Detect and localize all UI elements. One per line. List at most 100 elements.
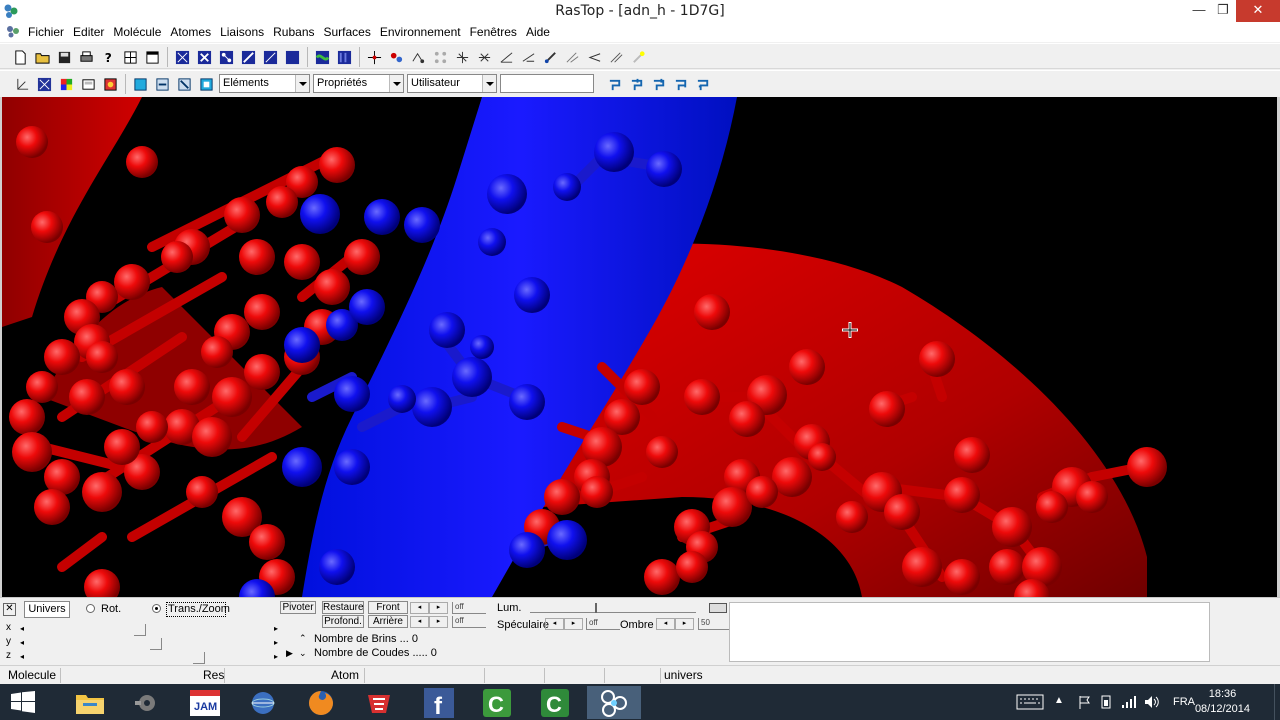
axis-slider-x[interactable]: ◂ ▸ <box>18 624 280 636</box>
center-icon[interactable] <box>364 47 385 67</box>
label-icon[interactable] <box>540 47 561 67</box>
pivoter-button[interactable]: Pivoter <box>280 601 316 614</box>
window-icon[interactable] <box>142 47 163 67</box>
measure-torsion-icon[interactable] <box>518 47 539 67</box>
show-desktop-button[interactable] <box>1274 684 1280 720</box>
volume-icon[interactable] <box>1144 695 1160 709</box>
chain-c-icon[interactable] <box>649 74 670 94</box>
chevron-down-icon[interactable] <box>482 75 496 92</box>
menu-item-2[interactable]: Molécule <box>113 24 169 40</box>
menu-item-9[interactable]: Aide <box>526 24 558 40</box>
tab-univers[interactable]: Univers <box>24 601 70 618</box>
grid-view-icon[interactable] <box>120 47 141 67</box>
chain-d-icon[interactable] <box>671 74 692 94</box>
red-app-icon[interactable] <box>352 686 406 719</box>
restaure-button[interactable]: Restaure <box>322 601 364 614</box>
chain-b-icon[interactable] <box>627 74 648 94</box>
slider-thumb[interactable] <box>193 652 205 664</box>
lum-slider-thumb[interactable] <box>595 603 597 613</box>
slider-left-arrow-icon[interactable]: ◂ <box>20 638 24 647</box>
rastop-taskbar-icon[interactable] <box>587 686 641 719</box>
command-input[interactable] <box>500 74 594 93</box>
menu-item-5[interactable]: Rubans <box>273 24 322 40</box>
select-group-icon[interactable] <box>152 74 173 94</box>
slider-left-arrow-icon[interactable]: ◂ <box>20 652 24 661</box>
pick-icon[interactable] <box>606 47 627 67</box>
menu-item-7[interactable]: Environnement <box>380 24 469 40</box>
flag-icon[interactable] <box>1078 695 1092 709</box>
previous-icon[interactable] <box>584 47 605 67</box>
help-icon[interactable]: ? <box>98 47 119 67</box>
background-color-icon[interactable] <box>78 74 99 94</box>
highlight-icon[interactable] <box>628 47 649 67</box>
open-folder-icon[interactable] <box>32 47 53 67</box>
app-gear-icon[interactable] <box>120 686 174 719</box>
molecule-viewport[interactable] <box>0 97 1280 597</box>
network-globe-icon[interactable] <box>236 686 290 719</box>
slider-left-arrow-icon[interactable]: ◂ <box>20 624 24 633</box>
select-chain-icon[interactable] <box>174 74 195 94</box>
wireframe-icon[interactable] <box>172 47 193 67</box>
camtasia-icon-1[interactable]: C <box>470 686 524 719</box>
color-atoms-icon[interactable] <box>100 74 121 94</box>
trace-icon[interactable] <box>260 47 281 67</box>
ombre-value[interactable]: 50 <box>698 618 732 630</box>
arriere-off[interactable]: off <box>452 616 486 628</box>
power-icon[interactable] <box>1099 695 1113 709</box>
clock[interactable]: 18:36 08/12/2014 <box>1195 687 1250 717</box>
axes-display-icon[interactable] <box>12 74 33 94</box>
arriere-button[interactable]: Arrière <box>368 615 408 628</box>
slider-thumb[interactable] <box>134 624 146 636</box>
front-button[interactable]: Front <box>368 601 408 614</box>
atoms-color-icon[interactable] <box>386 47 407 67</box>
chevron-down-icon[interactable] <box>295 75 309 92</box>
dots-icon[interactable] <box>430 47 451 67</box>
close-button[interactable]: ✕ <box>1236 0 1280 22</box>
hbond-icon[interactable] <box>408 47 429 67</box>
chain-e-icon[interactable] <box>693 74 714 94</box>
menu-item-1[interactable]: Editer <box>73 24 112 40</box>
save-icon[interactable] <box>54 47 75 67</box>
brins-expand-icon[interactable]: ⌃ <box>299 633 307 644</box>
facebook-icon[interactable]: f <box>412 686 466 719</box>
sticks-icon[interactable] <box>194 47 215 67</box>
slider-thumb[interactable] <box>150 638 162 650</box>
menu-item-8[interactable]: Fenêtres <box>470 24 525 40</box>
elements-combo[interactable]: Eléments <box>219 74 310 93</box>
show-hidden-icons-icon[interactable]: ▲ <box>1054 695 1064 706</box>
measure-distance-icon[interactable] <box>474 47 495 67</box>
coudes-collapse-icon[interactable]: ⌄ <box>299 648 307 659</box>
ribbon-icon[interactable] <box>312 47 333 67</box>
menu-item-4[interactable]: Liaisons <box>220 24 272 40</box>
user-combo[interactable]: Utilisateur <box>407 74 497 93</box>
chevron-down-icon[interactable] <box>389 75 403 92</box>
camtasia-icon-2[interactable]: C <box>528 686 582 719</box>
ball-stick-icon[interactable] <box>216 47 237 67</box>
selection-mode-icon[interactable] <box>34 74 55 94</box>
slider-right-arrow-icon[interactable]: ▸ <box>274 638 278 647</box>
axis-slider-y[interactable]: ◂ ▸ <box>18 638 280 650</box>
play-icon[interactable]: ▶ <box>286 648 293 659</box>
file-explorer-icon[interactable] <box>63 686 117 719</box>
firefox-icon[interactable] <box>294 686 348 719</box>
slider-right-arrow-icon[interactable]: ▸ <box>274 652 278 661</box>
rot-radio[interactable] <box>86 604 95 613</box>
windows-start-icon[interactable] <box>11 691 35 713</box>
cartoon-icon[interactable] <box>334 47 355 67</box>
axis-slider-z[interactable]: ◂ ▸ <box>18 652 280 664</box>
front-spinner[interactable]: ◂ ▸ <box>410 602 448 614</box>
lum-slider[interactable] <box>530 603 696 613</box>
slider-right-arrow-icon[interactable]: ▸ <box>274 624 278 633</box>
document-icon[interactable] <box>6 25 20 39</box>
spacefill-icon[interactable] <box>282 47 303 67</box>
menu-item-0[interactable]: Fichier <box>28 24 72 40</box>
color-palette-icon[interactable] <box>56 74 77 94</box>
properties-combo[interactable]: Propriétés <box>313 74 404 93</box>
measure-angle-icon[interactable] <box>496 47 517 67</box>
color-swatch-icon[interactable] <box>709 603 727 613</box>
maximize-button[interactable]: ❐ <box>1208 0 1238 22</box>
select-all-icon[interactable] <box>130 74 151 94</box>
select-residue-icon[interactable] <box>196 74 217 94</box>
specular-off[interactable]: off <box>586 618 620 630</box>
axes-icon[interactable] <box>452 47 473 67</box>
